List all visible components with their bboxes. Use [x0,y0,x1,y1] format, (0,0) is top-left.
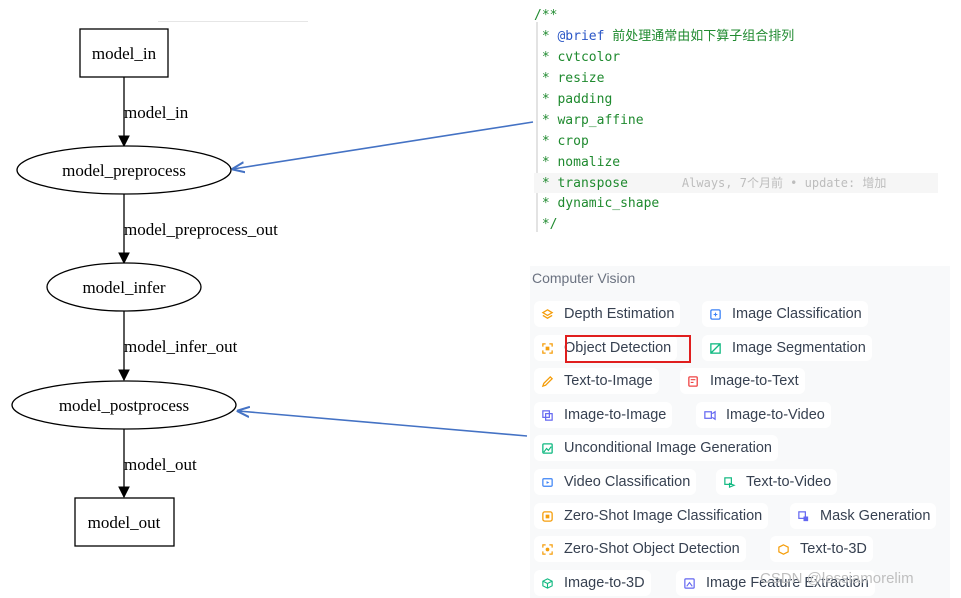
computer-vision-panel: Computer Vision Depth Estimation Image C… [530,266,950,598]
task-chip-video-classification[interactable]: Video Classification [534,469,697,495]
edge-label: model_infer_out [124,337,238,356]
task-chip-zero-shot-image-classification[interactable]: Zero-Shot Image Classification [534,503,769,529]
code-line: * dynamic_shape [534,196,660,211]
code-line: * padding [534,92,613,107]
text-video-icon [722,475,736,489]
code-line: * warp_affine [534,113,644,128]
cube-text-icon [776,542,790,556]
image-text-icon [686,374,700,388]
node-label: model_infer [82,278,165,297]
zero-shot-image-icon [540,509,554,523]
annotation-arrow-preprocess [233,121,534,169]
code-line: * resize [534,71,605,86]
code-line: */ [534,217,558,232]
cube-image-icon [540,576,554,590]
section-title: Computer Vision [532,270,636,286]
node-label: model_out [88,513,161,532]
task-chip-image-to-text[interactable]: Image-to-Text [680,368,805,394]
image-swap-icon [540,408,554,422]
task-chip-image-to-video[interactable]: Image-to-Video [696,402,831,428]
image-grid-icon [708,307,722,321]
annotation-arrow-postprocess [238,411,528,437]
code-line: * nomalize [534,155,621,170]
image-video-icon [702,408,716,422]
edge-label: model_out [124,455,197,474]
node-label: model_postprocess [59,396,189,415]
code-line: * crop [534,134,589,149]
pencil-image-icon [540,374,554,388]
edge-label: model_in [124,103,189,122]
image-gen-icon [540,441,554,455]
task-chip-mask-generation[interactable]: Mask Generation [790,503,937,529]
task-chip-depth-estimation[interactable]: Depth Estimation [534,301,681,327]
task-chip-text-to-image[interactable]: Text-to-Image [534,368,659,394]
task-chip-text-to-3d[interactable]: Text-to-3D [770,536,873,562]
git-blame-hint: Always, 7个月前 • update: 增加 [681,176,887,190]
task-chip-image-to-3d[interactable]: Image-to-3D [534,570,651,596]
code-line-current: * transpose Always, 7个月前 • update: 增加 [534,173,938,193]
zero-shot-detect-icon [540,542,554,556]
code-line: /** [534,8,558,23]
feature-icon [682,576,696,590]
code-keyword: @brief [557,29,605,44]
highlight-box [565,335,691,363]
task-chip-image-to-image[interactable]: Image-to-Image [534,402,673,428]
mask-icon [796,509,810,523]
task-chip-unconditional-image-generation[interactable]: Unconditional Image Generation [534,435,778,461]
code-line: * @brief 前处理通常由如下算子组合排列 [534,29,795,44]
video-class-icon [540,475,554,489]
node-label: model_in [92,44,157,63]
task-chip-zero-shot-object-detection[interactable]: Zero-Shot Object Detection [534,536,746,562]
detect-box-icon [540,341,554,355]
task-chip-text-to-video[interactable]: Text-to-Video [716,469,838,495]
node-label: model_preprocess [62,161,186,180]
segment-icon [708,341,722,355]
layers-icon [540,307,554,321]
edge-label: model_preprocess_out [124,220,278,239]
task-chip-image-classification[interactable]: Image Classification [702,301,868,327]
code-line: * cvtcolor [534,50,621,65]
task-chip-image-segmentation[interactable]: Image Segmentation [702,335,872,361]
code-snippet: /** * @brief 前处理通常由如下算子组合排列 * cvtcolor *… [534,6,938,234]
watermark: CSDN @lessiamorelim [760,570,914,587]
